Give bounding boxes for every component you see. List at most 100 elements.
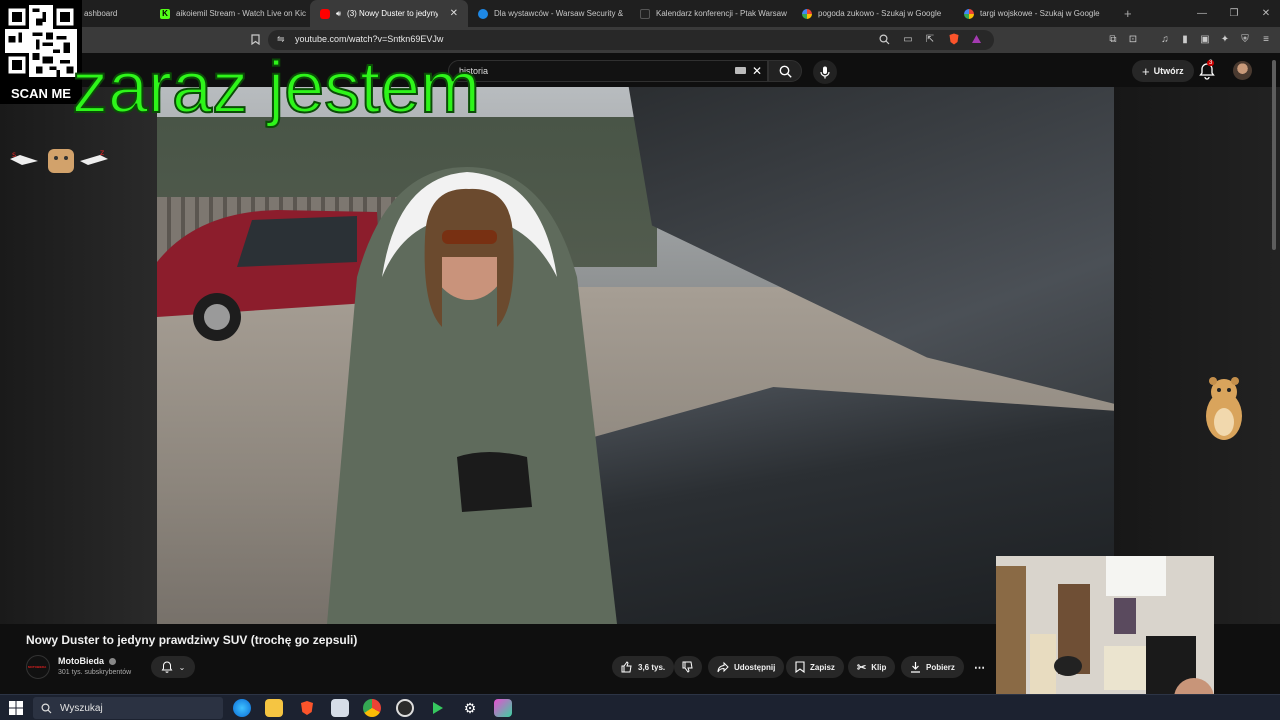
video-player[interactable] — [157, 87, 1114, 624]
zoom-icon[interactable] — [876, 31, 892, 47]
share-button[interactable]: Udostępnij — [708, 656, 785, 678]
sleeping-cat-emote: s z — [10, 148, 108, 173]
tab-label: Kalendarz konferencji - Ptak Warsaw — [656, 9, 787, 18]
presenter — [327, 167, 617, 624]
more-icon: ⋯ — [974, 661, 985, 674]
new-tab-button[interactable]: + — [1114, 0, 1144, 27]
tab-label: ashboard — [84, 9, 118, 18]
sidebar-icon[interactable]: ▮ — [1177, 31, 1193, 47]
file-explorer-icon[interactable] — [265, 699, 283, 717]
clip-label: Klip — [871, 662, 887, 672]
screenshot-icon[interactable]: ⊡ — [1125, 31, 1141, 47]
thumbs-up-icon — [621, 661, 632, 673]
tab-label: aikoiemil Stream - Watch Live on Kic — [176, 9, 306, 18]
ptak-icon — [640, 8, 650, 19]
brave-shield-icon[interactable] — [946, 31, 962, 47]
download-icon — [911, 662, 920, 673]
like-button[interactable]: 3,6 tys. — [612, 656, 675, 678]
dislike-button[interactable] — [674, 656, 702, 678]
vpn-icon[interactable]: ⛨ — [1237, 31, 1253, 47]
windows-start-icon[interactable] — [8, 700, 24, 716]
settings-gear-icon[interactable]: ⚙ — [461, 699, 479, 717]
bookmark-icon[interactable] — [247, 31, 263, 47]
search-button[interactable] — [768, 60, 802, 82]
subscriber-count: 301 tys. subskrybentów — [58, 669, 132, 676]
subscription-notifications-button[interactable]: ⌄ — [151, 656, 195, 678]
search-icon — [779, 65, 792, 78]
channel-name[interactable]: MotoBieda — [58, 656, 116, 666]
download-button[interactable]: Pobierz — [901, 656, 964, 678]
channel-logo-text: MOTOBIEDA — [28, 665, 47, 669]
account-avatar[interactable] — [1233, 61, 1252, 80]
verified-icon — [108, 658, 116, 666]
tab-label: Dla wystawców - Warsaw Security & — [494, 9, 624, 18]
video-title: Nowy Duster to jedyny prawdziwy SUV (tro… — [26, 633, 358, 647]
brave-icon[interactable] — [298, 699, 316, 717]
clip-button[interactable]: ✂ Klip — [848, 656, 896, 678]
obs-icon[interactable] — [396, 699, 414, 717]
page-scrollbar[interactable] — [1272, 60, 1276, 250]
bell-icon — [161, 661, 173, 673]
close-tab-icon[interactable]: ✕ — [450, 8, 458, 19]
share-icon — [717, 661, 729, 673]
site-s-icon — [478, 8, 488, 19]
search-input[interactable]: historia ✕ — [448, 60, 768, 82]
tab-kick-stream[interactable]: K aikoiemil Stream - Watch Live on Kic — [150, 0, 310, 27]
share-label: Udostępnij — [734, 662, 776, 672]
windows-taskbar: Wyszukaj ⚙ — [0, 694, 1280, 720]
tab-label: pogoda zukowo - Szukaj w Google — [818, 9, 942, 18]
hamster-emote — [1206, 377, 1242, 440]
channel-avatar[interactable]: MOTOBIEDA — [26, 655, 50, 679]
music-icon[interactable]: ♫ — [1157, 31, 1173, 47]
more-actions-button[interactable]: ⋯ — [968, 656, 991, 678]
tab-youtube-video[interactable]: 🔊︎ (3) Nowy Duster to jedyny pr ✕ — [310, 0, 468, 27]
qr-code — [5, 5, 77, 77]
qr-code-overlay: SCAN ME — [0, 0, 82, 104]
scissors-icon: ✂ — [857, 661, 867, 674]
ambient-glow-right — [1114, 87, 1280, 624]
google-icon — [964, 8, 974, 19]
voice-search-button[interactable] — [813, 60, 837, 84]
stream-caption: zaraz jestem — [71, 47, 481, 129]
tab-strip: ashboard K aikoiemil Stream - Watch Live… — [0, 0, 1280, 27]
tab-label: targi wojskowe - Szukaj w Google — [980, 9, 1100, 18]
menu-icon[interactable]: ≡ — [1258, 31, 1274, 47]
extensions-icon[interactable]: ⧉ — [1105, 31, 1121, 47]
scan-me-label: SCAN ME — [11, 86, 71, 101]
share-page-icon[interactable]: ⇱ — [922, 31, 938, 47]
audio-icon: 🔊︎ — [336, 8, 342, 18]
maximize-icon[interactable]: ❐ — [1218, 0, 1250, 27]
app-launcher-icon[interactable] — [494, 699, 512, 717]
search-icon — [41, 702, 52, 713]
tab-warsaw-security[interactable]: Dla wystawców - Warsaw Security & — [468, 0, 630, 27]
save-label: Zapisz — [810, 662, 835, 672]
url-text: youtube.com/watch?v=Sntkn69EVJw — [295, 34, 444, 44]
cast-icon[interactable]: ▭ — [900, 31, 916, 47]
like-count: 3,6 tys. — [638, 662, 666, 672]
media-player-icon[interactable] — [428, 699, 446, 717]
chrome-icon[interactable] — [363, 699, 381, 717]
leo-ai-icon[interactable]: ✦ — [1217, 31, 1233, 47]
taskbar-search[interactable]: Wyszukaj — [33, 697, 223, 719]
create-button[interactable]: + Utwórz — [1132, 60, 1194, 82]
wallet-icon[interactable]: ▣ — [1197, 31, 1213, 47]
download-label: Pobierz — [926, 662, 955, 672]
youtube-icon — [320, 8, 330, 19]
save-button[interactable]: Zapisz — [786, 656, 844, 678]
google-icon — [802, 8, 812, 19]
edge-icon[interactable] — [233, 699, 251, 717]
tab-google-weather[interactable]: pogoda zukowo - Szukaj w Google — [792, 0, 954, 27]
site-info-icon[interactable]: ⇋ — [277, 34, 285, 45]
tab-google-military[interactable]: targi wojskowe - Szukaj w Google — [954, 0, 1114, 27]
app-window-icon[interactable] — [331, 699, 349, 717]
tab-ptak-calendar[interactable]: Kalendarz konferencji - Ptak Warsaw — [630, 0, 792, 27]
clear-search-icon[interactable]: ✕ — [752, 64, 762, 78]
close-window-icon[interactable]: ✕ — [1250, 0, 1280, 27]
brave-rewards-icon[interactable] — [968, 31, 984, 47]
svg-text:s: s — [12, 150, 16, 159]
thumbs-down-icon — [682, 661, 693, 673]
keyboard-icon[interactable] — [735, 67, 746, 74]
kick-icon: K — [160, 8, 170, 19]
tab-label: (3) Nowy Duster to jedyny pr — [347, 9, 438, 18]
minimize-icon[interactable]: — — [1186, 0, 1218, 27]
